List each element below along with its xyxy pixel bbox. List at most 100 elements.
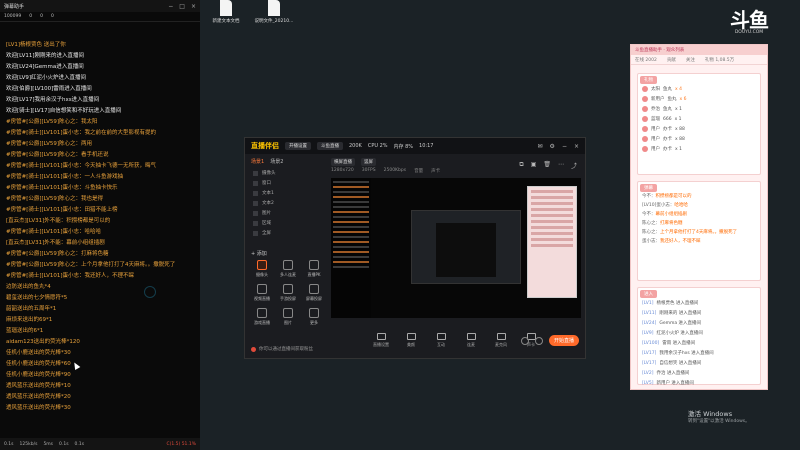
source-label: 文本1 [262, 191, 274, 196]
chat-line: 韶韶送出的五周年*1 [6, 306, 57, 312]
source-label: 窗口 [262, 181, 271, 186]
screenshot-icon[interactable] [534, 336, 543, 345]
more-icon[interactable]: ⋯ [558, 161, 564, 170]
desktop-file-0[interactable]: 新建文本文档 [206, 0, 246, 24]
settings-icon[interactable]: ⚙ [550, 143, 555, 150]
message-sender: 今不： [642, 194, 656, 199]
enter-list[interactable]: [LV1] 杨根贾色 进入直播间 [LV11] 刚刚来的 进入直播间 [LV24] Gem… [638, 298, 760, 388]
enter-section-badge: 进入 [640, 290, 657, 298]
message-text: 上个月拿他打打了4天麻将。。撒脱死了 [660, 230, 738, 235]
tool-label: 图片 [284, 320, 292, 325]
panel-message-list[interactable]: 今不：积攒榜都是可以的 [LV10]蛋小志：哈哈哈 今不：幕前小组组插剧 陈心之：打麻… [638, 192, 760, 246]
close-icon[interactable]: × [191, 3, 196, 10]
start-live-button[interactable]: 开始直播 [548, 335, 579, 346]
gift-list[interactable]: 太阳 鱼丸 x 4 新用户 鱼丸 x 6 乔治 鱼丸 x 1 蓝瑙 666 x 1 用户 办卡 x 88 用户… [638, 84, 760, 154]
tool-button[interactable]: 图片 [275, 308, 301, 326]
douyu-live-button[interactable]: 斗鱼直播 [317, 142, 343, 150]
source-thumb-icon [253, 230, 258, 236]
gift-user: 太阳 [651, 87, 660, 92]
douyu-logo: 斗鱼 DOUYU.COM [726, 10, 772, 35]
layout-icon[interactable]: ⧉ [519, 161, 523, 170]
control-button[interactable]: 麦克风 [491, 333, 511, 348]
app-topbar[interactable]: 直播伴侣 开播设置 斗鱼直播 200K CPU 2% 内存 8% 10:17 ✉… [245, 138, 585, 154]
control-label: 连麦 [467, 342, 475, 347]
tool-label: 手游投屏 [280, 296, 296, 301]
level-badge: [LV11] [642, 310, 657, 316]
source-item[interactable]: 文本2 [249, 198, 325, 208]
tab-scene-1[interactable]: 场景1 [251, 158, 264, 165]
minimize-icon[interactable]: − [168, 3, 173, 10]
control-icon [376, 333, 386, 340]
add-source-button[interactable]: + 添加 [251, 250, 267, 257]
chat-titlebar[interactable]: 弹幕助手 − □ × [0, 0, 200, 12]
tool-button[interactable]: 手游投屏 [275, 284, 301, 302]
control-button[interactable]: 直播设置 [371, 333, 391, 348]
control-button[interactable]: 美颜 [401, 333, 421, 348]
tab-scene-2[interactable]: 场景2 [270, 158, 283, 165]
level-badge: [LV5] [642, 380, 654, 386]
minimize-icon[interactable]: − [562, 143, 567, 150]
landscape-mode-tab[interactable]: 横屏直播 [331, 158, 355, 166]
chat-line: #房管#[骑士][LV101]蛋小志：一人斗鱼游戏抽 [6, 174, 124, 180]
tool-button[interactable]: 屏幕投屏 [301, 284, 327, 302]
tool-button[interactable]: 摄像头 [249, 260, 275, 278]
source-thumb-icon [253, 210, 258, 216]
enter-text: 我用余汉子hxs 进入直播间 [659, 351, 714, 356]
stream-settings-button[interactable]: 开播设置 [285, 142, 311, 150]
gift-item: 鱼丸 [663, 87, 672, 92]
chat-line: [直云杰][LV31]外不能：幕前小组组插剧 [6, 240, 105, 246]
chat-line: 欢迎[LV11]刚刚来的进入直播间 [6, 53, 85, 59]
source-item[interactable]: 图片 [249, 208, 325, 218]
tool-label: 视频直播 [254, 296, 270, 301]
source-thumb-icon [253, 170, 258, 176]
gift-section-badge: 礼物 [640, 76, 657, 84]
portrait-mode-tab[interactable]: 竖屏 [361, 158, 376, 166]
chat-line: 透风蓝乐送出的荧光棒*20 [6, 394, 71, 400]
control-button[interactable]: 连麦 [461, 333, 481, 348]
control-button[interactable]: 互动 [431, 333, 451, 348]
stream-preview[interactable] [331, 178, 581, 318]
tool-label: 多人连麦 [280, 272, 296, 277]
close-icon[interactable]: × [574, 143, 579, 150]
preview-line [333, 246, 369, 248]
chat-line: #房管#[骑士][LV101]蛋小志：今天抽卡飞德一无所获，晦气 [6, 163, 157, 169]
tool-icon [257, 284, 267, 294]
source-item[interactable]: 区域 [249, 218, 325, 228]
chat-line: 欢迎[伯爵][LV100]雷雨进入直播间 [6, 86, 92, 92]
lock-icon[interactable]: ▣ [531, 161, 537, 170]
tool-button[interactable]: 直播PK [301, 260, 327, 278]
bottom-notice[interactable]: 你可以通过直播间获取粉丝 [251, 346, 313, 352]
share-icon[interactable]: ⤴ [571, 161, 577, 170]
record-icon[interactable] [520, 336, 529, 345]
chat-log[interactable]: [LV1]杨根贾色 送出了你 欢迎[LV11]刚刚来的进入直播间 欢迎[LV24]G… [6, 40, 196, 414]
preview-line [333, 201, 369, 203]
delete-icon[interactable]: 🗑 [543, 161, 551, 170]
source-item[interactable]: 全屏 [249, 228, 325, 238]
pin-icon[interactable]: □ [179, 3, 185, 10]
tool-button[interactable]: 多人连麦 [275, 260, 301, 278]
panel-message: [LV10]蛋小志：哈哈哈 [638, 201, 760, 210]
message-icon[interactable]: ✉ [538, 143, 543, 150]
chat-line: 透风蓝乐送出的荧光棒*10 [6, 383, 71, 389]
tool-button[interactable]: 视频直播 [249, 284, 275, 302]
gift-row: 用户 办卡 x 88 [638, 124, 760, 134]
chat-line: 欢迎[LV24]Gemma进入直播间 [6, 64, 84, 70]
preview-line [333, 251, 369, 253]
desktop-file-1[interactable]: 说明文件_20210... [254, 0, 294, 24]
enter-text: 自信想笑 进入直播间 [659, 361, 702, 366]
source-item[interactable]: 文本1 [249, 188, 325, 198]
panel-title: 斗鱼直播助手 · 观众列表 [635, 48, 685, 53]
tool-button[interactable]: 更多 [301, 308, 327, 326]
preview-line [333, 221, 369, 223]
preview-pink-row [531, 220, 573, 223]
source-item[interactable]: 窗口 [249, 178, 325, 188]
enter-text: 新用户 进入直播间 [656, 381, 694, 386]
source-item[interactable]: 摄像头 [249, 168, 325, 178]
gift-count: x 88 [675, 136, 685, 142]
preview-pink-row [531, 226, 573, 229]
tool-button[interactable]: 游戏直播 [249, 308, 275, 326]
chat-line: 边防送出的鱼丸*4 [6, 284, 51, 290]
enter-row: [LV5] 新用户 进入直播间 [638, 378, 760, 388]
panel-header[interactable]: 斗鱼直播助手 · 观众列表 [631, 45, 767, 55]
source-list[interactable]: 摄像头窗口文本1 文本2 图片 区域 全屏 [249, 168, 325, 238]
